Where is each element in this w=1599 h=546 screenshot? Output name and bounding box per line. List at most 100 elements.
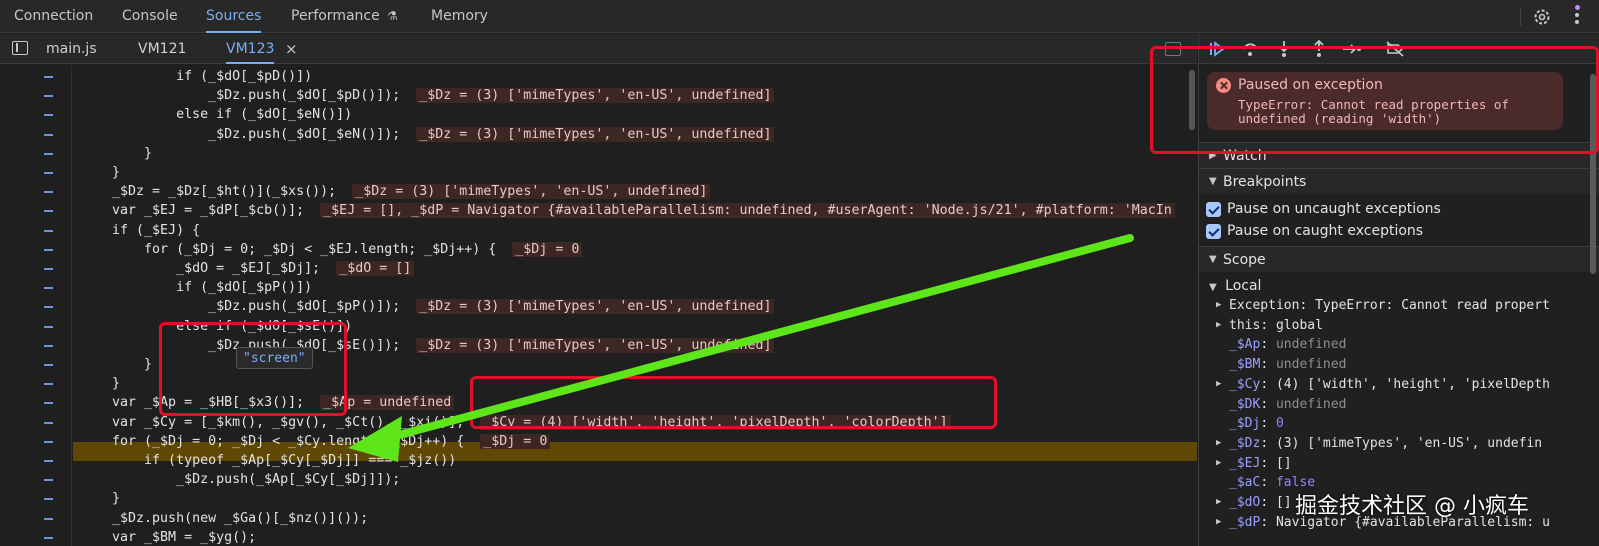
gutter-line-marker[interactable] (44, 344, 53, 347)
gutter-line-marker[interactable] (44, 421, 53, 424)
scope-variable-value: (3) ['mimeTypes', 'en-US', undefin (1275, 435, 1543, 451)
code-line[interactable]: if (_$EJ) { (80, 221, 200, 240)
uncaught-exceptions-checkbox[interactable] (1206, 202, 1221, 217)
code-line[interactable]: for (_$Dj = 0; _$Dj < _$EJ.length; _$Dj+… (80, 240, 583, 259)
flask-icon: ⚗ (387, 9, 398, 23)
code-text: } (80, 145, 153, 161)
code-line[interactable]: _$Dz.push(_$Ap[_$Cy[_$Dj]]); (80, 470, 400, 489)
file-tab-vm123[interactable]: VM123 (226, 34, 275, 64)
gutter-line-marker[interactable] (44, 152, 53, 155)
code-text: var _$EJ = _$dP[_$cb()]; (80, 203, 305, 219)
scope-variable-name: _$Cy: (4) ['width', 'height', 'pixelDept… (1229, 376, 1550, 392)
gutter-line-marker[interactable] (44, 364, 53, 366)
code-line[interactable]: } (80, 144, 152, 163)
gutter-line-marker[interactable] (44, 268, 53, 270)
expand-arrow-icon[interactable]: ▶ (1216, 454, 1221, 473)
tab-connection[interactable]: Connection (14, 0, 93, 33)
expand-arrow-icon[interactable]: ▶ (1216, 296, 1221, 315)
gear-icon[interactable] (1532, 7, 1552, 27)
file-tab-vm121[interactable]: VM121 (138, 34, 186, 64)
scope-variable-row[interactable]: ▶ _$EJ: [] (1199, 454, 1589, 473)
expand-arrow-icon[interactable]: ▶ (1216, 434, 1221, 453)
gutter-line-marker[interactable] (44, 440, 53, 443)
gutter-line-marker[interactable] (44, 325, 53, 328)
scope-variable-row[interactable]: _$BM: undefined (1199, 355, 1589, 374)
code-line[interactable]: _$Dz.push(_$dO[_$eN()]); _$Dz = (3) ['mi… (80, 125, 775, 144)
scope-section-header[interactable]: ▼ Scope (1199, 246, 1599, 272)
code-line[interactable]: else if (_$dO[_$eN()]) (80, 105, 352, 124)
gutter-line-marker[interactable] (44, 460, 53, 462)
scope-variable-row[interactable]: ▶ this: global (1199, 316, 1589, 335)
code-line[interactable]: } (80, 489, 120, 508)
expand-arrow-icon[interactable]: ▶ (1216, 513, 1221, 532)
scope-variable-name: _$DK: undefined (1229, 396, 1347, 412)
expand-arrow-icon[interactable]: ▶ (1216, 493, 1221, 512)
gutter-line-marker[interactable] (44, 517, 53, 520)
line-gutter[interactable] (0, 65, 72, 546)
tab-memory[interactable]: Memory (431, 0, 488, 33)
gutter-line-marker[interactable] (44, 306, 53, 309)
scope-variable-row[interactable]: _$Dj: 0 (1199, 414, 1589, 433)
scope-variable-row[interactable]: ▶ Exception: TypeError: Cannot read prope… (1199, 296, 1589, 315)
tab-sources[interactable]: Sources (206, 0, 262, 33)
code-line[interactable]: } (80, 355, 152, 374)
scope-variable-row[interactable]: _$DK: undefined (1199, 395, 1589, 414)
scope-variable-row[interactable]: ▶ _$Cy: (4) ['width', 'height', 'pixelDep… (1199, 375, 1589, 394)
gutter-line-marker[interactable] (44, 95, 53, 98)
expand-arrow-icon[interactable]: ▶ (1216, 316, 1221, 335)
scope-variable-name: _$BM: undefined (1229, 357, 1347, 373)
code-line[interactable]: } (80, 374, 120, 393)
scope-variable-value: global (1275, 317, 1323, 333)
gutter-line-marker[interactable] (44, 133, 53, 136)
breakpoints-section-header[interactable]: ▼ Breakpoints (1199, 168, 1599, 194)
inline-value: _$Dj = 0 (512, 241, 583, 257)
gutter-line-marker[interactable] (44, 287, 53, 290)
caught-exceptions-checkbox[interactable] (1206, 224, 1221, 239)
navigator-toggle-icon[interactable] (12, 41, 28, 55)
code-line[interactable]: _$Dz.push(new _$Ga()[_$nz()]()); (80, 509, 368, 528)
inline-value: _$Dz = (3) ['mimeTypes', 'en-US', undefi… (416, 126, 775, 142)
code-line[interactable]: _$Dz.push(_$dO[_$pD()]); _$Dz = (3) ['mi… (80, 86, 775, 105)
expanded-arrow-icon: ▼ (1209, 176, 1217, 187)
code-line[interactable]: _$Dz = _$Dz[_$ht()](_$xs()); _$Dz = (3) … (80, 182, 711, 201)
scope-variable-row[interactable]: ▶ _$Dz: (3) ['mimeTypes', 'en-US', undefi… (1199, 434, 1589, 453)
tab-performance[interactable]: Performance ⚗ (291, 0, 398, 33)
gutter-line-marker[interactable] (44, 383, 53, 386)
gutter-line-marker[interactable] (44, 229, 53, 232)
code-line[interactable]: var _$EJ = _$dP[_$cb()]; _$EJ = [], _$dP… (80, 201, 1175, 220)
gutter-line-marker[interactable] (44, 114, 53, 117)
local-scope-header[interactable]: ▼ Local (1209, 278, 1261, 294)
gutter-line-marker[interactable] (44, 536, 53, 539)
code-text: if (_$dO[_$pP()]) (80, 280, 313, 296)
code-line[interactable]: _$Dz.push(_$dO[_$pP()]); _$Dz = (3) ['mi… (80, 297, 775, 316)
more-options-icon[interactable] (1575, 5, 1580, 10)
tab-console[interactable]: Console (122, 0, 178, 33)
expand-arrow-icon[interactable]: ▶ (1216, 375, 1221, 394)
gutter-line-marker[interactable] (44, 191, 53, 194)
scope-variable-value: [] (1275, 495, 1292, 510)
code-line[interactable]: if (typeof _$Ap[_$Cy[_$Dj]] === _$jz()) (80, 451, 456, 470)
code-line[interactable]: if (_$dO[_$pD()]) (80, 67, 312, 86)
code-line[interactable]: for (_$Dj = 0; _$Dj < _$Cy.length; _$Dj+… (80, 432, 551, 451)
gutter-line-marker[interactable] (44, 172, 53, 174)
code-line[interactable]: } (80, 163, 120, 182)
code-text: } (80, 357, 153, 372)
gutter-line-marker[interactable] (44, 248, 53, 251)
gutter-line-marker[interactable] (44, 402, 53, 405)
gutter-line-marker[interactable] (44, 479, 53, 482)
file-tab-main-js[interactable]: main.js (46, 34, 97, 64)
code-line[interactable]: var _$BM = _$yg(); (80, 528, 256, 546)
more-dot-2 (1575, 13, 1579, 17)
code-editor[interactable]: if (_$dO[_$pD()]) _$Dz.push(_$dO[_$pD()]… (0, 65, 1197, 546)
gutter-line-marker[interactable] (44, 498, 53, 501)
close-tab-icon[interactable]: × (285, 34, 298, 64)
gutter-line-marker[interactable] (44, 76, 53, 78)
breakpoint-options: Pause on uncaught exceptions Pause on ca… (1199, 194, 1599, 246)
gutter-line-marker[interactable] (44, 210, 53, 213)
code-text: else if (_$dO[_$eN()]) (80, 107, 353, 123)
scope-variable-row[interactable]: _$Ap: undefined (1199, 335, 1589, 354)
inline-value: _$Dz = (3) ['mimeTypes', 'en-US', undefi… (416, 88, 775, 104)
code-line[interactable]: _$dO = _$EJ[_$Dj]; _$dO = [] (80, 259, 415, 278)
code-text: for (_$Dj = 0; _$Dj < _$EJ.length; _$Dj+… (80, 241, 497, 257)
code-line[interactable]: if (_$dO[_$pP()]) (80, 278, 312, 297)
